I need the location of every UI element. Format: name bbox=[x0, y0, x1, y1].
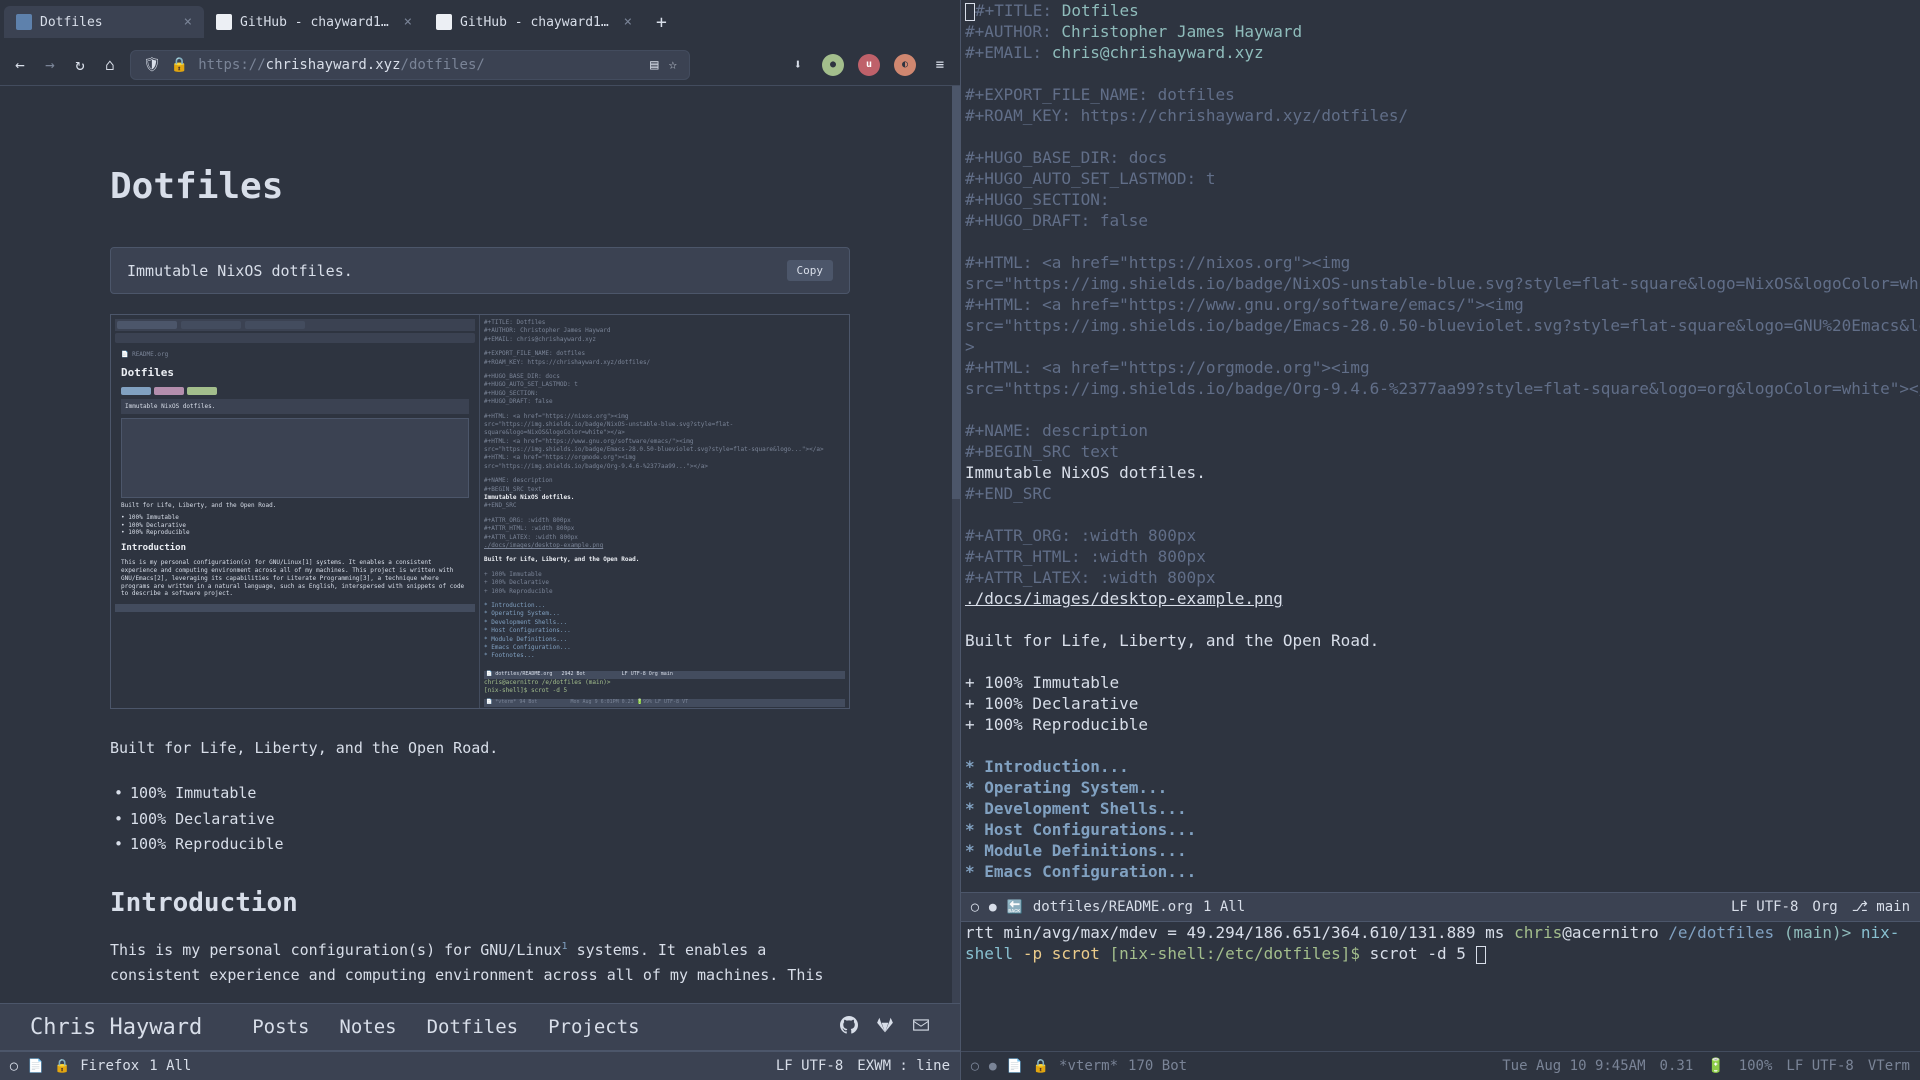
page-title: Dotfiles bbox=[110, 166, 850, 207]
buffer-name: Firefox bbox=[80, 1058, 139, 1074]
copy-button[interactable]: Copy bbox=[787, 260, 834, 281]
modeline-vterm: ◯ ● 📄 🔒 *vterm* 170 Bot Tue Aug 10 9:45A… bbox=[961, 1051, 1920, 1080]
site-brand[interactable]: Chris Hayward bbox=[30, 1015, 202, 1040]
introduction-heading: Introduction bbox=[110, 888, 850, 918]
encoding-label: LF UTF-8 bbox=[1786, 1058, 1853, 1074]
extension-badge-icon[interactable]: ● bbox=[822, 54, 844, 76]
image-link[interactable]: ./docs/images/desktop-example.png bbox=[965, 589, 1283, 608]
scrollbar[interactable] bbox=[952, 86, 960, 1003]
terminal[interactable]: rtt min/avg/max/mdev = 49.294/186.651/36… bbox=[961, 921, 1920, 1051]
description-text: Immutable NixOS dotfiles. bbox=[127, 262, 353, 280]
bookmark-star-icon[interactable]: ☆ bbox=[669, 57, 677, 73]
modeline-firefox: ◯ 📄 🔒 Firefox 1 All LF UTF-8 EXWM : line bbox=[0, 1051, 960, 1080]
tab-title: GitHub - chayward1/dotf bbox=[460, 15, 616, 30]
browser-toolbar: ← → ↻ ⌂ 🛡 🔒 https://chrishayward.xyz/dot… bbox=[0, 44, 960, 86]
branch-label: ⎇ main bbox=[1852, 899, 1910, 915]
list-item: 100% Reproducible bbox=[130, 832, 850, 858]
encoding-label: LF UTF-8 bbox=[1731, 899, 1798, 915]
buffer-name: dotfiles/README.org bbox=[1033, 899, 1193, 915]
feature-list: 100% Immutable 100% Declarative 100% Rep… bbox=[110, 781, 850, 858]
github-favicon-icon bbox=[436, 14, 452, 30]
ublock-icon[interactable]: u bbox=[858, 54, 880, 76]
reader-icon[interactable]: ▤ bbox=[650, 57, 658, 73]
nav-projects[interactable]: Projects bbox=[548, 1016, 640, 1038]
battery-icon: 🔋 bbox=[1707, 1058, 1724, 1074]
menu-icon[interactable]: ≡ bbox=[930, 55, 950, 75]
circle-icon: ◯ bbox=[971, 900, 979, 915]
url-bar[interactable]: 🛡 🔒 https://chrishayward.xyz/dotfiles/ ▤… bbox=[130, 50, 690, 80]
github-icon[interactable] bbox=[840, 1016, 858, 1038]
screenshot-image: 📄 README.org Dotfiles Immutable NixOS do… bbox=[110, 314, 850, 709]
back-icon: 🔙 bbox=[1007, 900, 1023, 915]
nav-dotfiles[interactable]: Dotfiles bbox=[427, 1016, 519, 1038]
buffer-position: 170 Bot bbox=[1128, 1058, 1187, 1074]
tab-active[interactable]: Dotfiles × bbox=[4, 6, 204, 38]
mode-label: Org bbox=[1812, 899, 1837, 915]
description-box: Immutable NixOS dotfiles. Copy bbox=[110, 247, 850, 294]
back-button[interactable]: ← bbox=[10, 55, 30, 74]
browser-content[interactable]: Dotfiles Immutable NixOS dotfiles. Copy … bbox=[0, 86, 960, 1003]
close-icon[interactable]: × bbox=[404, 14, 412, 30]
lock-icon: 🔒 bbox=[171, 57, 188, 73]
encoding-label: LF UTF-8 bbox=[776, 1058, 843, 1074]
time-label: Tue Aug 10 9:45AM bbox=[1502, 1058, 1645, 1074]
buffer-position: 1 All bbox=[149, 1058, 191, 1074]
mode-label: EXWM : line bbox=[857, 1058, 950, 1074]
file-icon: 📄 bbox=[1007, 1059, 1023, 1074]
close-icon[interactable]: × bbox=[624, 14, 632, 30]
tab-title: Dotfiles bbox=[40, 15, 176, 30]
tab-title: GitHub - chayward1/dotf bbox=[240, 15, 396, 30]
circle-icon: ● bbox=[989, 1059, 997, 1074]
lock-icon: 🔒 bbox=[1033, 1059, 1049, 1074]
nav-notes[interactable]: Notes bbox=[339, 1016, 396, 1038]
modeline-editor: ◯ ● 🔙 dotfiles/README.org 1 All LF UTF-8… bbox=[961, 892, 1920, 921]
site-nav: Chris Hayward Posts Notes Dotfiles Proje… bbox=[0, 1003, 960, 1051]
mode-label: VTerm bbox=[1868, 1058, 1910, 1074]
close-icon[interactable]: × bbox=[184, 14, 192, 30]
tab-github-2[interactable]: GitHub - chayward1/dotf × bbox=[424, 6, 644, 38]
url-text: https://chrishayward.xyz/dotfiles/ bbox=[198, 57, 485, 73]
list-item: 100% Immutable bbox=[130, 781, 850, 807]
reload-button[interactable]: ↻ bbox=[70, 55, 90, 74]
new-tab-button[interactable]: + bbox=[644, 12, 679, 33]
battery-label: 100% bbox=[1739, 1058, 1773, 1074]
lock-icon: 🔒 bbox=[54, 1059, 70, 1074]
list-item: 100% Declarative bbox=[130, 807, 850, 833]
tab-github-1[interactable]: GitHub - chayward1/dotf × bbox=[204, 6, 424, 38]
buffer-name: *vterm* bbox=[1059, 1058, 1118, 1074]
extension-icon[interactable]: ◐ bbox=[894, 54, 916, 76]
nav-posts[interactable]: Posts bbox=[252, 1016, 309, 1038]
buffer-position: 1 All bbox=[1203, 899, 1245, 915]
site-favicon-icon bbox=[16, 14, 32, 30]
org-editor[interactable]: #+TITLE: Dotfiles #+AUTHOR: Christopher … bbox=[961, 0, 1920, 892]
mail-icon[interactable] bbox=[912, 1016, 930, 1038]
gitlab-icon[interactable] bbox=[876, 1016, 894, 1038]
circle-icon: ◯ bbox=[971, 1059, 979, 1074]
load-label: 0.31 bbox=[1660, 1058, 1694, 1074]
intro-paragraph: This is my personal configuration(s) for… bbox=[110, 938, 850, 989]
circle-icon: ● bbox=[989, 900, 997, 915]
pocket-icon[interactable]: ⬇ bbox=[788, 55, 808, 75]
forward-button[interactable]: → bbox=[40, 55, 60, 74]
shield-icon: 🛡 bbox=[143, 57, 161, 73]
github-favicon-icon bbox=[216, 14, 232, 30]
file-icon: 📄 bbox=[28, 1059, 44, 1074]
tagline-text: Built for Life, Liberty, and the Open Ro… bbox=[110, 739, 850, 757]
circle-icon: ◯ bbox=[10, 1059, 18, 1074]
home-button[interactable]: ⌂ bbox=[100, 55, 120, 74]
browser-tabs: Dotfiles × GitHub - chayward1/dotf × Git… bbox=[0, 0, 960, 44]
